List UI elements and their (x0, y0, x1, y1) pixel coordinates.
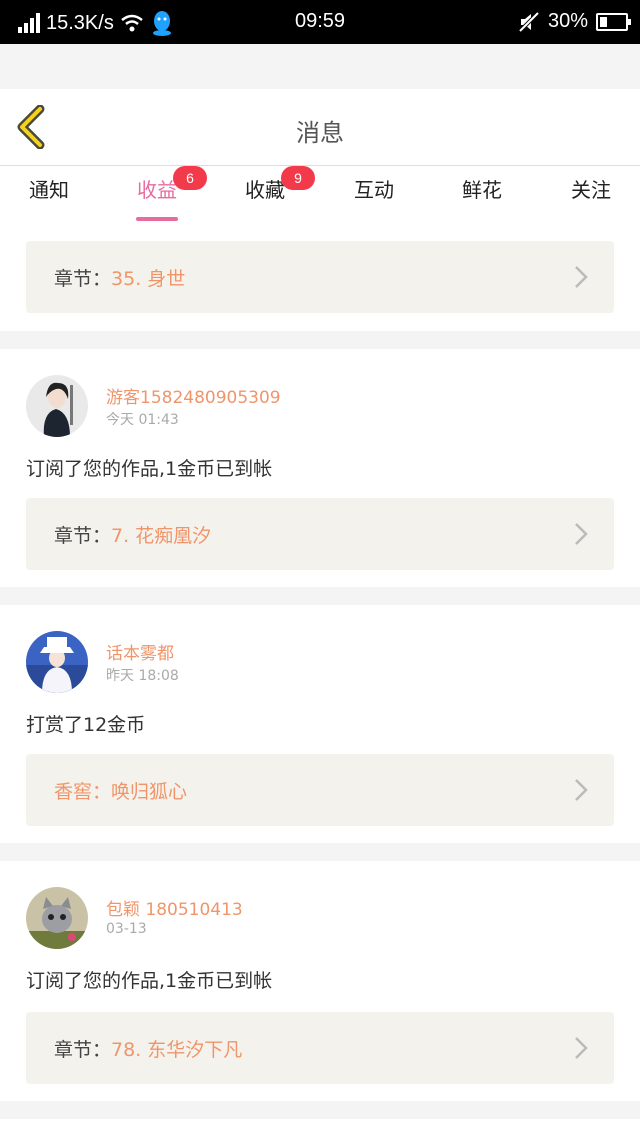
tab-label: 收藏 (245, 178, 285, 202)
message-card (0, 1119, 640, 1138)
mute-icon (518, 11, 540, 32)
message-text: 订阅了您的作品,1金币已到帐 (26, 458, 273, 480)
chevron-right-icon (575, 1037, 588, 1059)
favorites-count-badge: 9 (281, 166, 315, 190)
tab-favorites[interactable]: 收藏 9 (211, 166, 319, 203)
chevron-right-icon (575, 523, 588, 545)
user-name[interactable]: 话本雾都 (106, 639, 174, 664)
tab-flowers[interactable]: 鲜花 (428, 174, 536, 203)
tab-notifications[interactable]: 通知 (0, 174, 103, 203)
tab-label: 关注 (571, 178, 611, 202)
chevron-right-icon (575, 266, 588, 288)
chapter-text: 章节：35. 身世 (54, 268, 186, 290)
user-name[interactable]: 游客1582480905309 (106, 383, 281, 408)
avatar[interactable] (26, 887, 88, 949)
earnings-count-badge: 6 (173, 166, 207, 190)
message-time: 03-13 (106, 921, 147, 937)
active-tab-indicator (136, 217, 178, 221)
message-card: 游客1582480905309 今天 01:43 订阅了您的作品,1金币已到帐 … (0, 349, 640, 587)
tab-interactions[interactable]: 互动 (320, 174, 428, 203)
message-card: 话本雾都 昨天 18:08 打赏了12金币 香窖：唤归狐心 (0, 605, 640, 843)
tab-label: 通知 (29, 178, 69, 202)
message-time: 今天 01:43 (106, 412, 179, 428)
tab-label: 互动 (354, 178, 394, 202)
header: 消息 (0, 89, 640, 166)
status-bar: 15.3K/s 09:59 30% (0, 0, 640, 44)
message-card: 包颖 180510413 03-13 订阅了您的作品,1金币已到帐 章节：78.… (0, 861, 640, 1101)
battery-icon (596, 12, 631, 31)
chevron-right-icon (575, 779, 588, 801)
tab-label: 鲜花 (462, 178, 502, 202)
message-text: 打赏了12金币 (26, 714, 146, 736)
tab-earnings[interactable]: 收益 6 (103, 166, 211, 221)
chapter-text: 章节：78. 东华汐下凡 (54, 1039, 243, 1061)
battery-percent: 30% (547, 10, 588, 32)
avatar[interactable] (26, 631, 88, 693)
message-card: 章节：35. 身世 (0, 222, 640, 331)
chapter-text: 香窖：唤归狐心 (54, 781, 188, 803)
tab-follows[interactable]: 关注 (537, 174, 640, 203)
page-title: 消息 (296, 119, 344, 147)
message-time: 昨天 18:08 (106, 668, 179, 684)
chapter-link[interactable]: 章节：35. 身世 (26, 241, 614, 313)
chapter-link[interactable]: 香窖：唤归狐心 (26, 754, 614, 826)
avatar[interactable] (26, 375, 88, 437)
chapter-text: 章节：7. 花痴凰汐 (54, 525, 212, 547)
chapter-link[interactable]: 章节：7. 花痴凰汐 (26, 498, 614, 570)
tab-bar: 通知 收益 6 收藏 9 互动 鲜花 关注 (0, 166, 640, 222)
user-name[interactable]: 包颖 180510413 (106, 895, 243, 920)
tab-label: 收益 (137, 178, 177, 202)
chapter-link[interactable]: 章节：78. 东华汐下凡 (26, 1012, 614, 1084)
message-text: 订阅了您的作品,1金币已到帐 (26, 970, 273, 992)
